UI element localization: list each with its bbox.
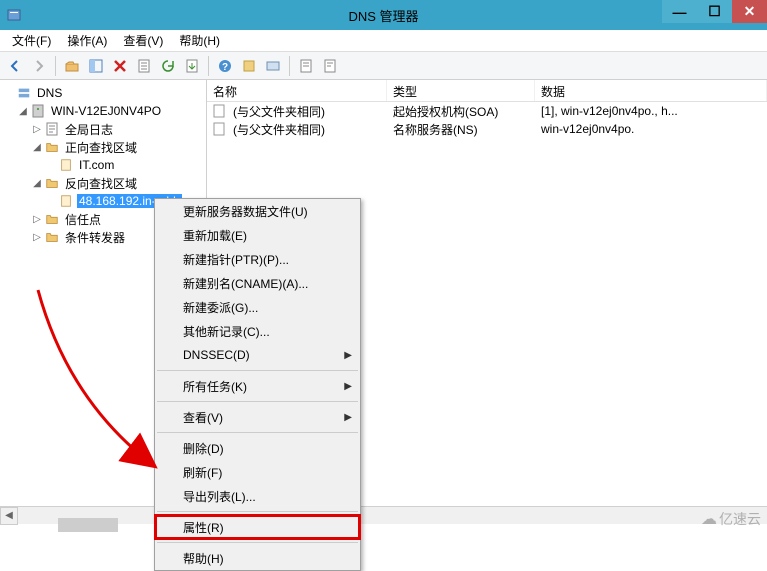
menu-help[interactable]: 帮助(H) — [171, 30, 228, 51]
tree-global-log[interactable]: ▷ 全局日志 — [0, 120, 206, 138]
tree-root-dns[interactable]: DNS — [0, 84, 206, 102]
scroll-thumb[interactable] — [58, 518, 118, 532]
cm-properties[interactable]: 属性(R) — [155, 515, 360, 539]
cm-dnssec[interactable]: DNSSEC(D) ▶ — [155, 343, 360, 367]
tree-forward-zone[interactable]: ◢ 正向查找区域 — [0, 138, 206, 156]
list-row[interactable]: (与父文件夹相同) 起始授权机构(SOA) [1], win-v12ej0nv4… — [207, 102, 767, 120]
filter-button-1[interactable] — [295, 55, 317, 77]
cm-dnssec-label: DNSSEC(D) — [183, 348, 250, 362]
watermark-text: 亿速云 — [719, 509, 761, 529]
record-icon — [211, 121, 227, 137]
folder-icon — [44, 211, 60, 227]
nav-forward-button[interactable] — [28, 55, 50, 77]
action-button-2[interactable] — [262, 55, 284, 77]
cm-view[interactable]: 查看(V) ▶ — [155, 405, 360, 429]
cm-separator — [157, 542, 358, 543]
folder-icon — [44, 139, 60, 155]
cm-reload[interactable]: 重新加载(E) — [155, 223, 360, 247]
submenu-arrow-icon: ▶ — [344, 381, 352, 392]
cm-new-cname[interactable]: 新建别名(CNAME)(A)... — [155, 271, 360, 295]
record-icon — [211, 103, 227, 119]
title-bar: DNS 管理器 — ☐ ✕ — [0, 0, 767, 30]
close-button[interactable]: ✕ — [732, 0, 767, 23]
cm-separator — [157, 401, 358, 402]
tree-server[interactable]: ◢ WIN-V12EJ0NV4PO — [0, 102, 206, 120]
svg-text:?: ? — [222, 62, 228, 73]
context-menu: 更新服务器数据文件(U) 重新加载(E) 新建指针(PTR)(P)... 新建别… — [154, 198, 361, 571]
tree-it-label: IT.com — [77, 158, 116, 172]
zone-icon — [58, 193, 74, 209]
window-title: DNS 管理器 — [348, 6, 418, 25]
menu-bar: 文件(F) 操作(A) 查看(V) 帮助(H) — [0, 30, 767, 52]
action-button-1[interactable] — [238, 55, 260, 77]
export-button[interactable] — [181, 55, 203, 77]
filter-button-2[interactable] — [319, 55, 341, 77]
list-row[interactable]: (与父文件夹相同) 名称服务器(NS) win-v12ej0nv4po. — [207, 120, 767, 138]
show-hide-tree-button[interactable] — [85, 55, 107, 77]
delete-button[interactable] — [109, 55, 131, 77]
up-folder-button[interactable] — [61, 55, 83, 77]
tree-forward-label: 正向查找区域 — [63, 139, 139, 156]
toolbar: ? — [0, 52, 767, 80]
tree-server-label: WIN-V12EJ0NV4PO — [49, 104, 163, 118]
app-icon — [6, 7, 22, 23]
watermark: ☁ 亿速云 — [701, 509, 761, 529]
maximize-button[interactable]: ☐ — [697, 0, 732, 23]
cell-data: [1], win-v12ej0nv4po., h... — [535, 104, 767, 118]
cm-other-records[interactable]: 其他新记录(C)... — [155, 319, 360, 343]
log-icon — [44, 121, 60, 137]
tree-reverse-label: 反向查找区域 — [63, 175, 139, 192]
cm-view-label: 查看(V) — [183, 409, 223, 426]
col-type[interactable]: 类型 — [387, 80, 535, 101]
tree-forward-item[interactable]: IT.com — [0, 156, 206, 174]
dns-icon — [16, 85, 32, 101]
cm-separator — [157, 511, 358, 512]
list-header: 名称 类型 数据 — [207, 80, 767, 102]
tree-root-label: DNS — [35, 86, 64, 100]
properties-button[interactable] — [133, 55, 155, 77]
tree-cf-label: 条件转发器 — [63, 229, 127, 246]
folder-icon — [44, 175, 60, 191]
cell-type: 名称服务器(NS) — [387, 121, 535, 138]
cm-delete[interactable]: 删除(D) — [155, 436, 360, 460]
folder-icon — [44, 229, 60, 245]
hscrollbar[interactable]: ◀ ▶ — [0, 506, 767, 524]
menu-action[interactable]: 操作(A) — [59, 30, 115, 51]
tree-reverse-zone[interactable]: ◢ 反向查找区域 — [0, 174, 206, 192]
cloud-icon: ☁ — [701, 509, 717, 529]
zone-icon — [58, 157, 74, 173]
tree-trust-label: 信任点 — [63, 211, 103, 228]
cm-separator — [157, 432, 358, 433]
tree-log-label: 全局日志 — [63, 121, 115, 138]
nav-back-button[interactable] — [4, 55, 26, 77]
server-icon — [30, 103, 46, 119]
cm-refresh[interactable]: 刷新(F) — [155, 460, 360, 484]
cm-help[interactable]: 帮助(H) — [155, 546, 360, 570]
menu-file[interactable]: 文件(F) — [4, 30, 59, 51]
cell-data: win-v12ej0nv4po. — [535, 122, 767, 136]
help-button[interactable]: ? — [214, 55, 236, 77]
col-data[interactable]: 数据 — [535, 80, 767, 101]
scroll-left-arrow[interactable]: ◀ — [0, 507, 18, 525]
main-area: DNS ◢ WIN-V12EJ0NV4PO ▷ 全局日志 ◢ 正向查找区域 IT… — [0, 80, 767, 506]
cell-type: 起始授权机构(SOA) — [387, 103, 535, 120]
cm-new-delegation[interactable]: 新建委派(G)... — [155, 295, 360, 319]
cell-name: (与父文件夹相同) — [227, 103, 387, 120]
cm-new-ptr[interactable]: 新建指针(PTR)(P)... — [155, 247, 360, 271]
cm-all-tasks-label: 所有任务(K) — [183, 378, 247, 395]
cell-name: (与父文件夹相同) — [227, 121, 387, 138]
submenu-arrow-icon: ▶ — [344, 412, 352, 423]
cm-separator — [157, 370, 358, 371]
minimize-button[interactable]: — — [662, 0, 697, 23]
col-name[interactable]: 名称 — [207, 80, 387, 101]
submenu-arrow-icon: ▶ — [344, 350, 352, 361]
refresh-button[interactable] — [157, 55, 179, 77]
window-controls: — ☐ ✕ — [662, 0, 767, 23]
cm-export-list[interactable]: 导出列表(L)... — [155, 484, 360, 508]
cm-update-data-file[interactable]: 更新服务器数据文件(U) — [155, 199, 360, 223]
cm-all-tasks[interactable]: 所有任务(K) ▶ — [155, 374, 360, 398]
menu-view[interactable]: 查看(V) — [115, 30, 171, 51]
